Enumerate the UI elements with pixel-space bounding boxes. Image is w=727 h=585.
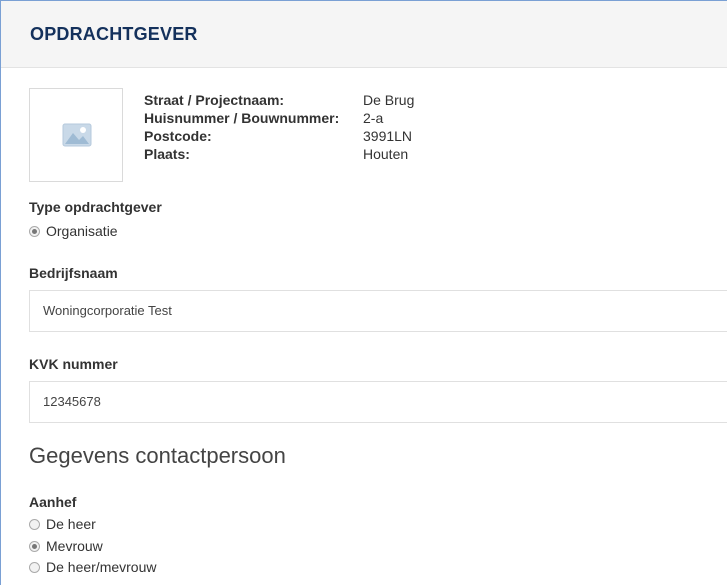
info-value-straat: De Brug bbox=[363, 92, 415, 108]
kvk-label: KVK nummer bbox=[29, 356, 118, 372]
panel-header: OPDRACHTGEVER bbox=[1, 1, 727, 68]
info-label-plaats: Plaats: bbox=[144, 146, 190, 162]
info-value-huisnummer: 2-a bbox=[363, 110, 384, 126]
radio-button-checked[interactable] bbox=[29, 540, 40, 552]
bedrijfsnaam-input[interactable]: Woningcorporatie Test bbox=[29, 290, 727, 332]
kvk-input[interactable]: 12345678 bbox=[29, 381, 727, 423]
radio-mevrouw[interactable]: Mevrouw bbox=[29, 537, 103, 555]
info-label-postcode: Postcode: bbox=[144, 128, 212, 144]
radio-label: Mevrouw bbox=[46, 538, 103, 554]
info-value-postcode: 3991LN bbox=[363, 128, 413, 144]
radio-label: De heer bbox=[46, 516, 96, 532]
radio-label: Organisatie bbox=[46, 223, 118, 239]
info-value-plaats: Houten bbox=[363, 146, 409, 162]
page-title: OPDRACHTGEVER bbox=[30, 24, 198, 44]
radio-button[interactable] bbox=[29, 518, 40, 530]
project-image bbox=[29, 88, 123, 182]
image-placeholder-icon bbox=[62, 123, 92, 147]
radio-de-heer[interactable]: De heer bbox=[29, 515, 96, 533]
radio-button[interactable] bbox=[29, 561, 40, 573]
bedrijfsnaam-label: Bedrijfsnaam bbox=[29, 265, 118, 281]
radio-label: De heer/mevrouw bbox=[46, 559, 157, 575]
info-label-straat: Straat / Projectnaam: bbox=[144, 92, 285, 108]
radio-de-heer-mevrouw[interactable]: De heer/mevrouw bbox=[29, 558, 157, 576]
aanhef-label: Aanhef bbox=[29, 494, 77, 510]
type-opdrachtgever-label: Type opdrachtgever bbox=[29, 199, 162, 215]
info-label-huisnummer: Huisnummer / Bouwnummer: bbox=[144, 110, 340, 126]
radio-button-checked[interactable] bbox=[29, 225, 40, 237]
contactpersoon-heading: Gegevens contactpersoon bbox=[29, 443, 286, 468]
radio-organisatie[interactable]: Organisatie bbox=[29, 222, 118, 240]
